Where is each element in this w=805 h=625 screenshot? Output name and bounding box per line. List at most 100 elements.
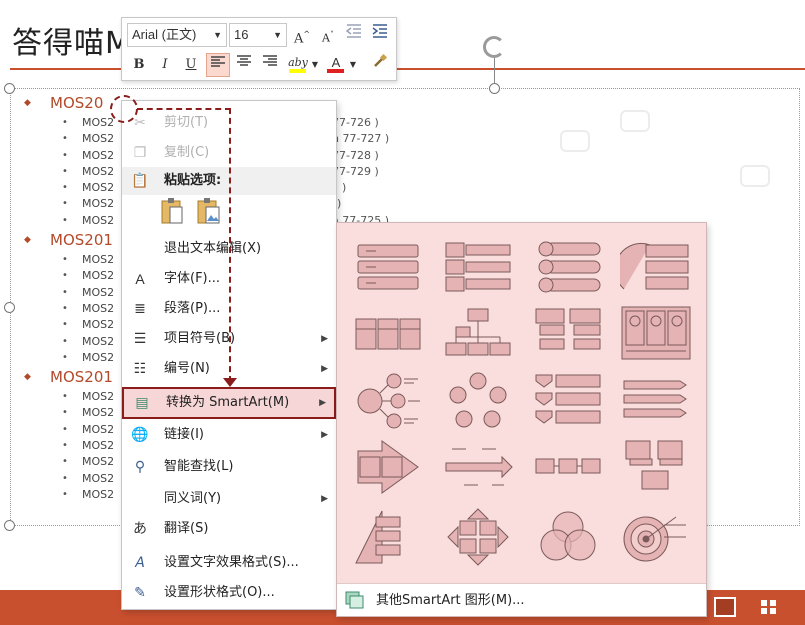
italic-button[interactable]: I (153, 53, 177, 77)
smartart-layout-icon (355, 318, 421, 350)
paragraph-icon: ≣ (134, 301, 146, 317)
format-painter-button[interactable] (368, 53, 392, 77)
align-right-button[interactable] (258, 53, 282, 77)
align-left-button[interactable] (206, 53, 230, 77)
more-smartart-graphics[interactable]: 其他SmartArt 图形(M)... (337, 583, 706, 616)
smartart-layout-icon (623, 516, 686, 562)
outline-item: MOS2 (20, 268, 130, 284)
menu-item-smart-lookup[interactable]: ⚲ 智能查找(L) (122, 453, 336, 481)
font-color-button[interactable]: A (324, 51, 348, 75)
decrease-indent-icon (345, 24, 361, 38)
grow-font-button[interactable]: A^ (290, 23, 314, 47)
outline-item: MOS2 (20, 334, 130, 350)
underline-button[interactable]: U (179, 53, 203, 77)
background-cloud-icon (740, 165, 770, 187)
smartart-layout-vertical-box-list[interactable] (442, 237, 514, 297)
resize-handle-top[interactable] (489, 83, 500, 94)
slide-outline: MOS20 MOS2 MOS2 MOS2 MOS2 MOS2 MOS2 MOS2… (20, 92, 130, 503)
smartart-layout-icon (535, 458, 601, 474)
menu-item-label: 粘贴选项: (164, 173, 222, 188)
translate-icon: あ (133, 521, 147, 537)
smartart-layout-icon (625, 440, 683, 490)
grid-icon (761, 600, 776, 614)
shape-format-icon: ✎ (134, 585, 146, 601)
smartart-layout-picture-strips[interactable] (620, 303, 692, 363)
smartart-layout-radial-list[interactable] (352, 371, 424, 431)
outline-item-tail: 77-729 ) (332, 164, 379, 178)
more-smartart-label: 其他SmartArt 图形(M)... (376, 593, 525, 608)
outline-item: MOS2 (20, 148, 130, 164)
font-color-dropdown[interactable]: ▼ (348, 53, 358, 77)
smartart-layout-pyramid-list[interactable] (352, 507, 424, 567)
smartart-layout-vertical-chevron-list[interactable] (532, 371, 604, 431)
decrease-indent-button[interactable] (342, 23, 366, 47)
smartart-layout-grouped-list[interactable] (532, 303, 604, 363)
smartart-layout-timeline[interactable] (442, 437, 514, 497)
smartart-layout-picture-caption-list[interactable] (620, 437, 692, 497)
menu-item-synonyms[interactable]: 同义词(Y) ▶ (122, 485, 336, 513)
annotation-cursor-circle (110, 95, 138, 123)
smartart-layout-horizontal-bullet-list[interactable] (352, 303, 424, 363)
menu-item-translate[interactable]: あ 翻译(S) (122, 515, 336, 543)
smartart-layout-basic-cycle[interactable] (442, 371, 514, 431)
smartart-layout-process-arrows[interactable] (352, 437, 424, 497)
paste-keep-text-only-button[interactable] (160, 197, 186, 225)
smartart-layout-arrow-list[interactable] (620, 371, 692, 431)
smart-lookup-icon: ⚲ (134, 459, 146, 475)
outline-item: MOS2 (20, 350, 130, 366)
bold-button[interactable]: B (127, 53, 151, 77)
reading-view-button[interactable] (714, 597, 736, 617)
menu-item-label: 设置形状格式(O)... (164, 585, 275, 600)
increase-indent-icon (372, 24, 387, 38)
slide-sorter-button[interactable] (758, 597, 780, 617)
outline-item-tail: l) (334, 197, 342, 211)
smartart-icon: ▤ (135, 395, 149, 411)
paste-picture-button[interactable] (196, 197, 222, 225)
smartart-layout-basic-process[interactable] (532, 437, 604, 497)
font-name-dropdown[interactable]: Arial (正文) ▼ (127, 23, 227, 47)
resize-handle-bottom-left[interactable] (4, 520, 15, 531)
highlight-color-dropdown[interactable]: ▼ (310, 53, 320, 77)
resize-handle-top-left[interactable] (4, 83, 15, 94)
smartart-layout-icon (538, 241, 601, 293)
align-center-button[interactable] (232, 53, 256, 77)
smartart-layout-vertical-circle-list[interactable] (532, 237, 604, 297)
smartart-layout-icon (621, 306, 691, 360)
menu-item-label: 项目符号(B) (164, 331, 236, 346)
mini-toolbar: Arial (正文) ▼ 16 ▼ A^ A˅ B I U aby ▼ A ▼ (121, 17, 397, 81)
smartart-layout-matrix[interactable] (442, 507, 514, 567)
smartart-icon (345, 591, 364, 609)
annotation-dashed-line (229, 108, 231, 382)
background-cloud-icon (620, 110, 650, 132)
annotation-dashed-line (137, 108, 231, 110)
paste-text-icon (161, 198, 183, 224)
highlight-color-button[interactable]: aby (286, 51, 310, 75)
smartart-layout-icon (535, 308, 601, 350)
smartart-layout-icon (447, 508, 509, 566)
resize-handle-left[interactable] (4, 302, 15, 313)
menu-item-format-text-effects[interactable]: A 设置文字效果格式(S)... (122, 549, 336, 577)
smartart-layout-basic-block-list[interactable] (352, 237, 424, 297)
shrink-font-button[interactable]: A˅ (316, 23, 340, 47)
smartart-layout-icon (445, 308, 511, 356)
link-icon: 🌐 (131, 427, 149, 443)
chevron-right-icon: ▶ (321, 364, 328, 374)
background-cloud-icon (560, 130, 590, 152)
chevron-right-icon: ▶ (321, 430, 328, 440)
outline-item: MOS2 (20, 317, 130, 333)
italic-icon: I (162, 57, 168, 72)
underline-icon: U (185, 57, 197, 72)
increase-indent-button[interactable] (368, 23, 392, 47)
menu-item-format-shape[interactable]: ✎ 设置形状格式(O)... (122, 579, 336, 607)
smartart-layout-target-list[interactable] (614, 237, 692, 297)
smartart-layout-venn[interactable] (532, 507, 604, 567)
smartart-layout-target[interactable] (620, 507, 692, 567)
smartart-layout-icon (449, 372, 507, 428)
outline-item: MOS2 (20, 196, 130, 212)
menu-item-label: 复制(C) (164, 145, 210, 160)
rotate-handle[interactable] (483, 36, 505, 58)
menu-item-convert-to-smartart[interactable]: ▤ 转换为 SmartArt(M) ▶ (122, 387, 336, 419)
menu-item-link[interactable]: 🌐 链接(I) ▶ (122, 421, 336, 449)
smartart-layout-hierarchy[interactable] (442, 303, 514, 363)
font-size-dropdown[interactable]: 16 ▼ (229, 23, 287, 47)
